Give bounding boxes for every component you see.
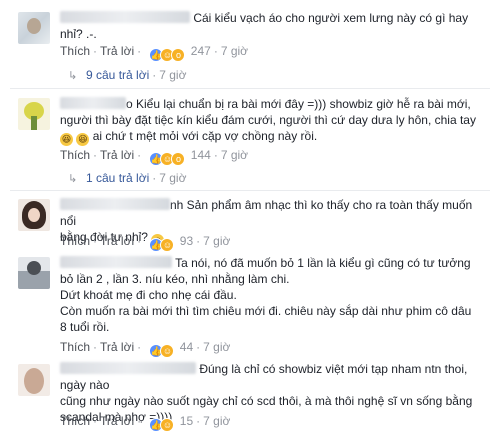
wow-reaction-icon: o xyxy=(171,152,186,166)
like-link[interactable]: Thích xyxy=(60,234,90,248)
reaction-count: 44 xyxy=(179,340,194,354)
comment-body: Cái kiểu vạch áo cho người xem lưng này … xyxy=(60,10,490,42)
comment-time[interactable]: 7 giờ xyxy=(221,148,248,162)
like-link[interactable]: Thích xyxy=(60,44,90,58)
avatar[interactable] xyxy=(18,257,50,289)
reaction-count: 247 xyxy=(190,44,211,58)
like-link[interactable]: Thích xyxy=(60,414,90,428)
comment-time[interactable]: 7 giờ xyxy=(221,44,248,58)
like-link[interactable]: Thích xyxy=(60,340,90,354)
reaction-count: 93 xyxy=(179,234,194,248)
divider xyxy=(10,88,490,89)
reply-arrow-icon: ↳ xyxy=(68,70,78,82)
blurred-author-name xyxy=(60,362,196,374)
comment-actions: Thích · Trả lời · 👍☺ 93 · 7 giờ xyxy=(60,234,231,252)
comment-actions: Thích · Trả lời · 👍☺ o 247 · 7 giờ xyxy=(60,44,249,62)
blurred-author-name xyxy=(60,11,190,23)
reaction-count: 15 xyxy=(179,414,194,428)
haha-reaction-icon: ☺ xyxy=(160,238,175,252)
wow-reaction-icon: o xyxy=(171,48,186,62)
haha-reaction-icon: ☺ xyxy=(160,344,175,358)
avatar[interactable] xyxy=(18,12,50,44)
reaction-summary[interactable]: 👍☺ o xyxy=(149,46,186,62)
reaction-summary[interactable]: 👍☺ xyxy=(149,236,175,252)
comment-text-line: bỏ lần 2 , lần 3. níu kéo, nhì nhằng làm… xyxy=(60,272,290,286)
view-replies[interactable]: ↳ 9 câu trả lời · 7 giờ xyxy=(68,67,186,83)
comment-text-line: 8 tuổi rồi. xyxy=(60,320,110,334)
replies-count[interactable]: 9 câu trả lời xyxy=(86,68,149,82)
comment-time[interactable]: 7 giờ xyxy=(203,340,230,354)
comment-body: o Kiểu lại chuẩn bị ra bài mới đây =))) … xyxy=(60,96,490,146)
reaction-summary[interactable]: 👍☺ o xyxy=(149,150,186,166)
laughing-emoji-icon: 😆 xyxy=(76,133,90,146)
comment-text-line: người thì bày đặt tiệc kín kiểu đám cưới… xyxy=(60,113,476,127)
reaction-count: 144 xyxy=(190,148,211,162)
laughing-emoji-icon: 😆 xyxy=(60,133,73,146)
haha-reaction-icon: ☺ xyxy=(160,418,175,432)
comment-text-line: o Kiểu lại chuẩn bị ra bài mới đây =))) … xyxy=(126,97,471,111)
avatar[interactable] xyxy=(18,199,50,231)
view-replies[interactable]: ↳ 1 câu trả lời · 7 giờ xyxy=(68,170,186,186)
comment-time[interactable]: 7 giờ xyxy=(203,234,230,248)
reply-link[interactable]: Trả lời xyxy=(100,414,134,428)
blurred-author-name xyxy=(60,256,172,268)
reply-link[interactable]: Trả lời xyxy=(100,44,134,58)
like-link[interactable]: Thích xyxy=(60,148,90,162)
comment-text-line: cũng như ngày nào suốt ngày chỉ có scd t… xyxy=(60,394,473,408)
reaction-summary[interactable]: 👍☺ xyxy=(149,416,175,432)
replies-count[interactable]: 1 câu trả lời xyxy=(86,171,149,185)
blurred-author-name xyxy=(60,97,126,109)
comment-text-line: Ta nói, nó đã muốn bỏ 1 lần là kiểu gì c… xyxy=(175,256,471,270)
replies-time: 7 giờ xyxy=(159,68,187,82)
comment-body: Ta nói, nó đã muốn bỏ 1 lần là kiểu gì c… xyxy=(60,255,490,335)
replies-time: 7 giờ xyxy=(159,171,187,185)
blurred-author-name xyxy=(60,198,170,210)
comment-text-line: Còn muốn ra bài mới thì tìm chiêu mới đi… xyxy=(60,304,472,318)
divider xyxy=(10,190,490,191)
comment-actions: Thích · Trả lời · 👍☺ 44 · 7 giờ xyxy=(60,340,231,358)
comment-text-line: ai chứ t mệt mỏi với cặp vợ chồng này rồ… xyxy=(92,129,318,143)
comment-time[interactable]: 7 giờ xyxy=(203,414,230,428)
reply-link[interactable]: Trả lời xyxy=(100,340,134,354)
reaction-summary[interactable]: 👍☺ xyxy=(149,342,175,358)
avatar[interactable] xyxy=(18,98,50,130)
comment-actions: Thích · Trả lời · 👍☺ 15 · 7 giờ xyxy=(60,414,231,432)
avatar[interactable] xyxy=(18,364,50,396)
comment-text-line: Dứt khoát mẹ đi cho nhẹ cái đầu. xyxy=(60,288,237,302)
reply-link[interactable]: Trả lời xyxy=(100,234,134,248)
reply-link[interactable]: Trả lời xyxy=(100,148,134,162)
comment-actions: Thích · Trả lời · 👍☺ o 144 · 7 giờ xyxy=(60,148,249,166)
reply-arrow-icon: ↳ xyxy=(68,173,78,185)
